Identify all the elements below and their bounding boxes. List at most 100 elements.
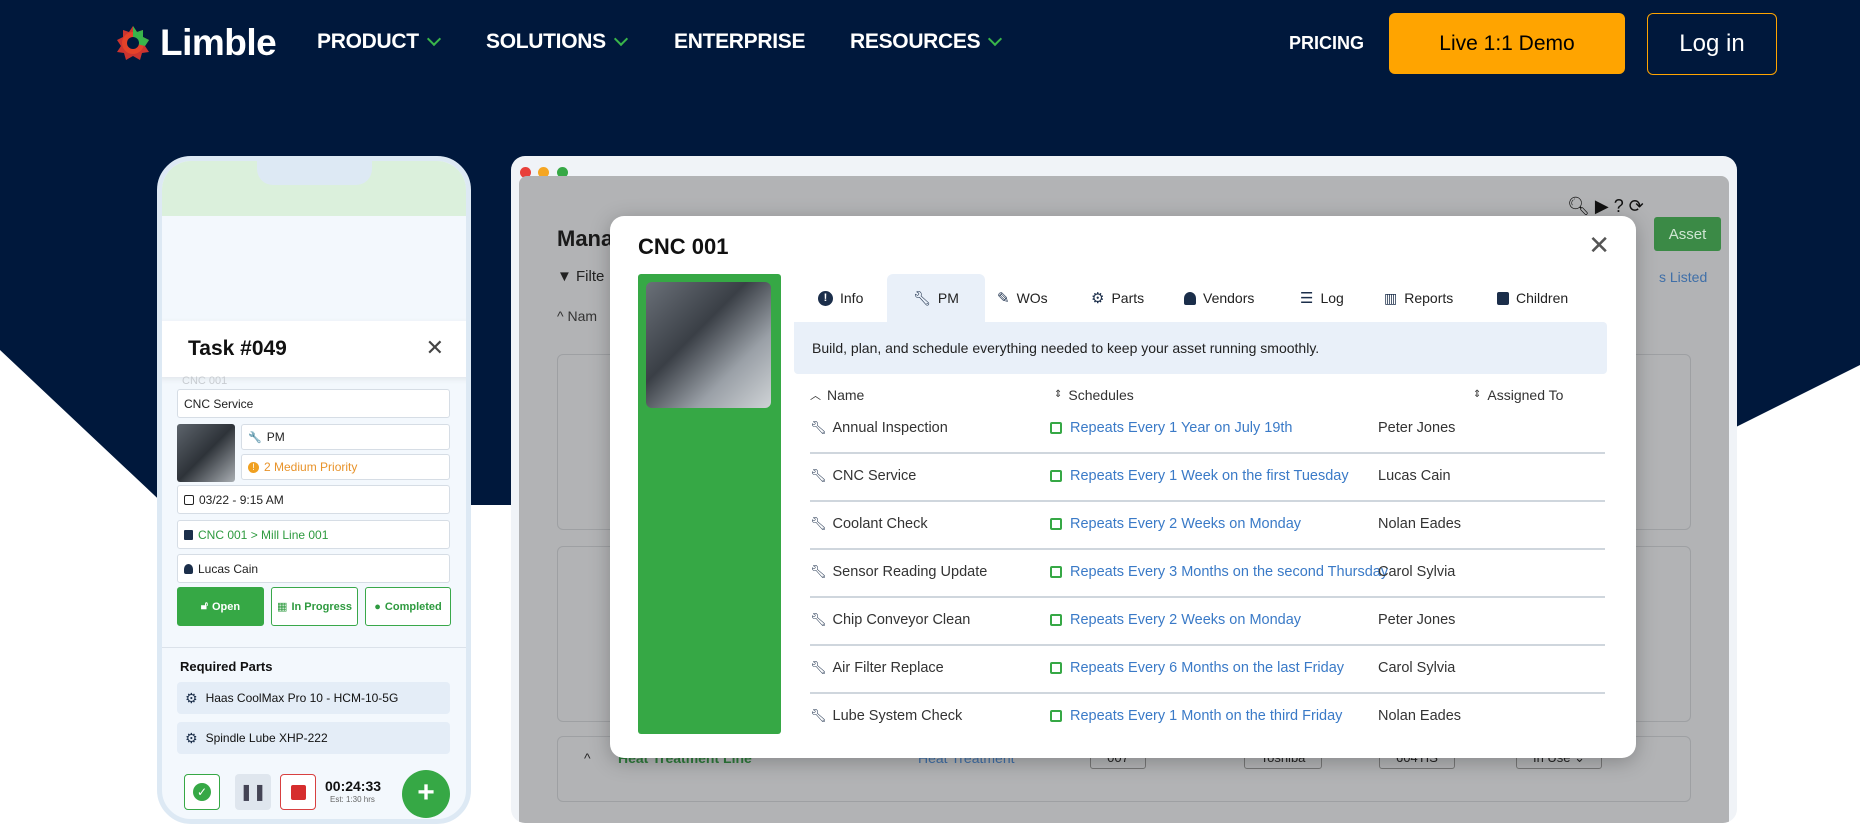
pm-schedule-cell[interactable]: Repeats Every 1 Month on the third Frida… — [1050, 708, 1342, 724]
stop-button[interactable] — [280, 774, 316, 810]
table-row[interactable]: 🔧︎ Chip Conveyor Clean Repeats Every 2 Wee… — [810, 598, 1605, 646]
limble-logo[interactable]: Limble — [112, 22, 277, 64]
task-title: Task #049 — [188, 337, 287, 360]
location-field[interactable]: CNC 001 > Mill Line 001 — [177, 520, 450, 549]
tab-pm[interactable]: 🔧︎ PM — [887, 274, 985, 322]
name-column-partial[interactable]: ^ Nam — [557, 308, 597, 324]
tab-log[interactable]: ☰ Log — [1300, 274, 1344, 322]
pm-name-cell[interactable]: 🔧︎ Air Filter Replace — [810, 660, 944, 676]
pm-schedule: Repeats Every 1 Year on July 19th — [1070, 420, 1293, 436]
complete-button[interactable]: ✓ — [184, 774, 220, 810]
pm-name-cell[interactable]: 🔧︎ Sensor Reading Update — [810, 564, 987, 580]
timer-estimate: Est: 1:30 hrs — [330, 795, 375, 804]
close-icon[interactable]: ✕ — [1588, 230, 1610, 261]
progress-icon: ▦ — [277, 601, 288, 613]
tab-wos[interactable]: ✎ WOs — [997, 274, 1048, 322]
pm-schedule: Repeats Every 2 Weeks on Monday — [1070, 612, 1302, 628]
table-row[interactable]: 🔧︎ CNC Service Repeats Every 1 Week on the… — [810, 454, 1605, 502]
type-field[interactable]: 🔧 PM — [241, 424, 450, 450]
priority-field[interactable]: ! 2 Medium Priority — [241, 454, 450, 480]
faded-field: CNC 001 — [182, 375, 228, 387]
pm-schedule-cell[interactable]: Repeats Every 3 Months on the second Thu… — [1050, 564, 1388, 580]
toolbar-icons: 🔍︎ ▶ ? ⟳ — [1567, 196, 1644, 217]
pm-schedule-cell[interactable]: Repeats Every 2 Weeks on Monday — [1050, 516, 1301, 532]
chevron-down-icon — [426, 31, 441, 47]
tab-info[interactable]: ! Info — [818, 274, 863, 322]
wrench-icon: 🔧︎ — [810, 468, 827, 483]
column-label: Name — [827, 387, 865, 403]
modal-title: CNC 001 — [638, 234, 729, 259]
pm-name-cell[interactable]: 🔧︎ Coolant Check — [810, 516, 928, 532]
nav-pricing[interactable]: PRICING — [1289, 33, 1364, 54]
refresh-icon[interactable]: ⟳ — [1629, 196, 1644, 216]
timer-value: 00:24:33 — [325, 778, 382, 794]
chevron-up-icon[interactable]: ^ — [584, 750, 591, 766]
table-row[interactable]: 🔧︎ Sensor Reading Update Repeats Every 3 M… — [810, 550, 1605, 598]
demo-button[interactable]: Live 1:1 Demo — [1389, 13, 1625, 74]
play-icon[interactable]: ▶ — [1595, 196, 1609, 216]
column-header-assigned[interactable]: ⇕ Assigned To — [1473, 387, 1563, 403]
column-header-schedules[interactable]: ⇕ Schedules — [1054, 387, 1134, 403]
search-icon[interactable]: 🔍︎ — [1567, 196, 1590, 216]
nav-product[interactable]: PRODUCT — [317, 30, 441, 54]
pm-name-cell[interactable]: 🔧︎ Chip Conveyor Clean — [810, 612, 970, 628]
part-item[interactable]: ⚙ Haas CoolMax Pro 10 - HCM-10-5G — [177, 682, 450, 714]
status-completed-button[interactable]: ● Completed — [365, 587, 451, 626]
sort-icon: ⇕ — [1473, 389, 1482, 400]
tab-label: Info — [840, 290, 864, 306]
assignee-field[interactable]: Lucas Cain — [177, 554, 450, 583]
bar-chart-icon: ▥ — [1384, 289, 1398, 306]
check-circle-icon: ● — [374, 600, 381, 613]
calendar-icon — [1050, 470, 1062, 482]
pm-schedule-cell[interactable]: Repeats Every 1 Week on the first Tuesda… — [1050, 468, 1349, 484]
part-label: Spindle Lube XHP-222 — [205, 731, 328, 745]
name-label: Nam — [567, 308, 598, 324]
tab-reports[interactable]: ▥ Reports — [1384, 274, 1453, 322]
tab-children[interactable]: Children — [1497, 274, 1568, 322]
filter-partial[interactable]: ▼ Filte — [557, 268, 604, 285]
calendar-icon — [184, 494, 194, 505]
nav-solutions[interactable]: SOLUTIONS — [486, 30, 628, 54]
add-asset-button[interactable]: Asset — [1654, 217, 1721, 251]
nav-label: RESOURCES — [850, 30, 981, 53]
pm-schedule-cell[interactable]: Repeats Every 2 Weeks on Monday — [1050, 612, 1301, 628]
nav-resources[interactable]: RESOURCES — [850, 30, 1003, 54]
due-date-field[interactable]: 03/22 - 9:15 AM — [177, 485, 450, 514]
part-item[interactable]: ⚙ Spindle Lube XHP-222 — [177, 722, 450, 754]
close-icon[interactable]: ✕ — [426, 335, 444, 361]
pm-schedule-cell[interactable]: Repeats Every 6 Months on the last Frida… — [1050, 660, 1344, 676]
column-header-name[interactable]: ︿ Name — [810, 387, 864, 403]
pm-name: Lube System Check — [832, 708, 963, 724]
status-open-button[interactable]: 🔓︎ Open — [177, 587, 264, 626]
wrench-icon: 🔧︎ — [913, 289, 931, 306]
login-button[interactable]: Log in — [1647, 13, 1777, 75]
tab-vendors[interactable]: Vendors — [1184, 274, 1254, 322]
tab-label: Parts — [1111, 290, 1145, 306]
pm-schedule-cell[interactable]: Repeats Every 1 Year on July 19th — [1050, 420, 1292, 436]
calendar-icon — [1050, 518, 1062, 530]
assignee-value: Lucas Cain — [198, 561, 259, 576]
pm-name-cell[interactable]: 🔧︎ Lube System Check — [810, 708, 962, 724]
table-row[interactable]: 🔧︎ Annual Inspection Repeats Every 1 Year … — [810, 406, 1605, 454]
table-row[interactable]: 🔧︎ Coolant Check Repeats Every 2 Weeks on … — [810, 502, 1605, 550]
help-icon[interactable]: ? — [1614, 196, 1624, 216]
status-in-progress-button[interactable]: ▦ In Progress — [271, 587, 358, 626]
calendar-icon — [1050, 614, 1062, 626]
pm-assigned: Carol Sylvia — [1378, 660, 1456, 676]
logo-text: Limble — [160, 22, 277, 63]
add-button[interactable]: + — [402, 770, 450, 818]
stop-icon — [290, 784, 306, 800]
user-icon — [1184, 291, 1196, 305]
table-row[interactable]: 🔧︎ Lube System Check Repeats Every 1 Month… — [810, 694, 1605, 742]
asset-photo[interactable] — [646, 282, 771, 408]
table-row[interactable]: 🔧︎ Air Filter Replace Repeats Every 6 Mont… — [810, 646, 1605, 694]
task-name-field[interactable]: CNC Service — [177, 389, 450, 418]
wrench-icon: 🔧︎ — [810, 564, 827, 579]
column-label: Schedules — [1068, 387, 1134, 403]
pm-name-cell[interactable]: 🔧︎ CNC Service — [810, 468, 916, 484]
pause-button[interactable]: ❚❚ — [235, 774, 271, 810]
tab-parts[interactable]: ⚙ Parts — [1091, 274, 1144, 322]
nav-enterprise[interactable]: ENTERPRISE — [674, 30, 806, 54]
pm-name-cell[interactable]: 🔧︎ Annual Inspection — [810, 420, 948, 436]
status-label: Open — [212, 600, 241, 613]
